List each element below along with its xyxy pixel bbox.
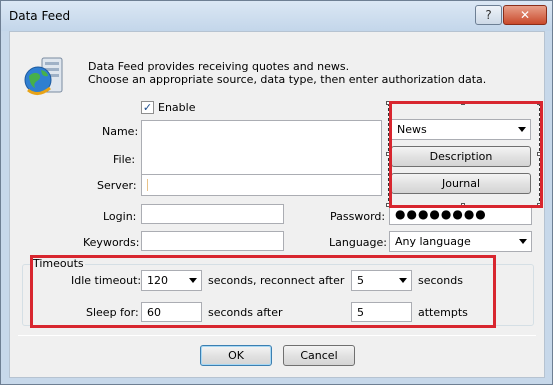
window-title: Data Feed [9, 9, 71, 23]
name-label: Name: [102, 125, 139, 138]
help-button[interactable]: ? [475, 5, 502, 25]
text-caret [147, 179, 148, 191]
globe-server-icon [22, 54, 68, 100]
file-input[interactable] [141, 147, 382, 167]
login-input[interactable] [141, 204, 284, 224]
title-bar[interactable]: Data Feed ? ✕ [1, 1, 552, 31]
highlight-timeouts [30, 255, 496, 328]
footer-divider [18, 335, 536, 336]
cancel-button[interactable]: Cancel [283, 345, 355, 366]
header-line-1: Data Feed provides receiving quotes and … [88, 60, 350, 73]
keywords-label: Keywords: [83, 236, 140, 249]
file-label: File: [113, 153, 136, 166]
ok-button[interactable]: OK [200, 345, 272, 366]
dialog-window: Data Feed ? ✕ Data Feed provides receivi… [0, 0, 553, 385]
password-label: Password: [330, 210, 386, 223]
enable-checkbox[interactable]: ✓ [141, 101, 154, 114]
language-select[interactable]: Any language [389, 231, 532, 252]
dialog-body: Data Feed provides receiving quotes and … [9, 31, 545, 378]
chevron-down-icon [519, 239, 527, 244]
language-select-value: Any language [395, 235, 471, 248]
server-input[interactable] [141, 174, 382, 196]
keywords-input[interactable] [141, 231, 284, 251]
enable-label: Enable [158, 101, 196, 114]
password-input[interactable]: ●●●●●●●● [389, 205, 532, 225]
name-input[interactable] [141, 120, 382, 140]
language-label: Language: [329, 236, 387, 249]
server-label: Server: [97, 179, 137, 192]
close-button[interactable]: ✕ [503, 5, 547, 25]
header-line-2: Choose an appropriate source, data type,… [88, 73, 487, 86]
login-label: Login: [103, 210, 137, 223]
highlight-right-panel [389, 101, 543, 208]
